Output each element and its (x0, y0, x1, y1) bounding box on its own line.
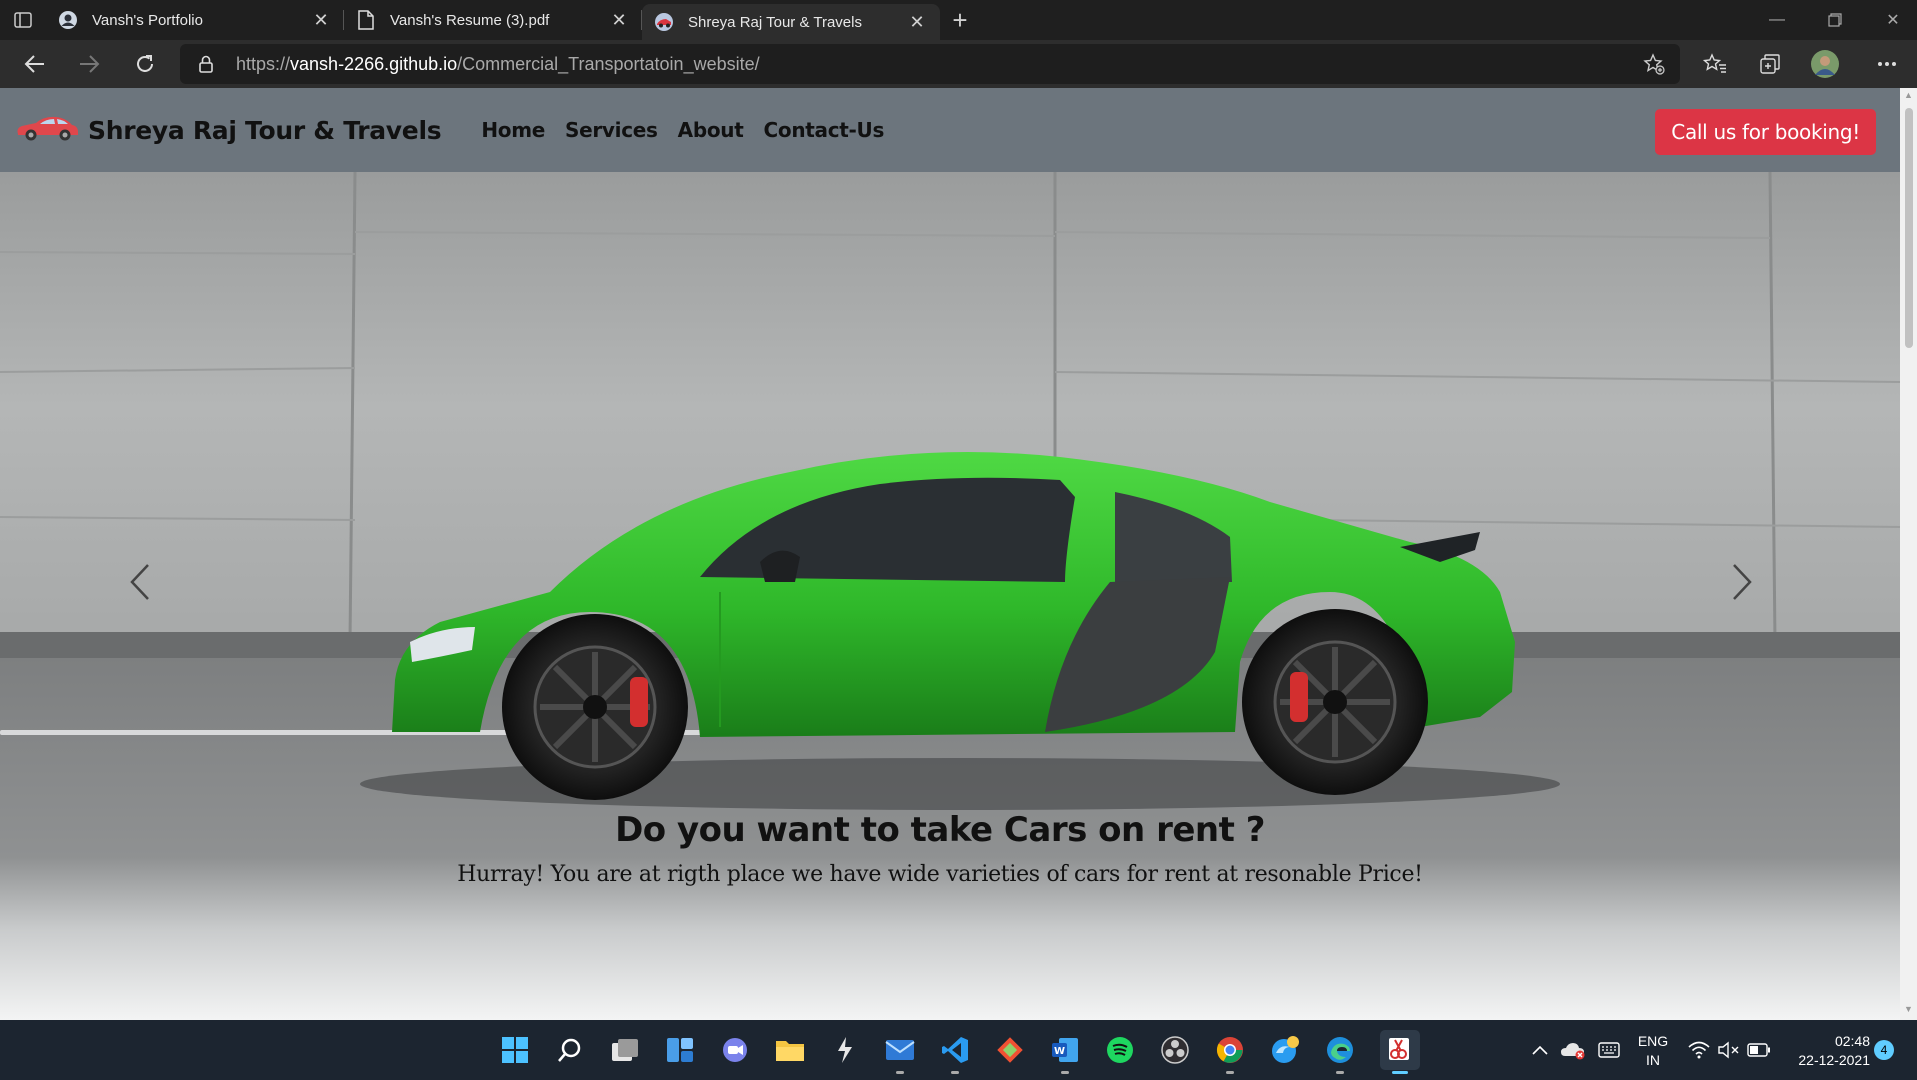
call-for-booking-button[interactable]: Call us for booking! (1655, 109, 1876, 155)
wifi-icon[interactable] (1684, 1020, 1714, 1080)
browser-tab-strip: Vansh's Portfolio ✕ Vansh's Resume (3).p… (0, 0, 1917, 40)
edge-icon[interactable] (1320, 1030, 1360, 1074)
scroll-down-icon[interactable]: ▼ (1903, 1004, 1914, 1018)
carousel-next-icon[interactable] (1712, 542, 1772, 622)
new-tab-button[interactable]: + (940, 0, 980, 40)
volume-muted-icon[interactable] (1714, 1020, 1744, 1080)
close-tab-icon[interactable]: ✕ (310, 9, 332, 31)
windows-taskbar: W ENG IN 02:48 22-12-2021 4 (0, 1020, 1917, 1080)
svg-text:W: W (1054, 1046, 1065, 1057)
edge-beta-icon[interactable] (1265, 1030, 1305, 1070)
region-code: IN (1646, 1052, 1660, 1068)
task-view-icon[interactable] (605, 1030, 645, 1070)
brand-name: Shreya Raj Tour & Travels (88, 115, 442, 145)
site-navbar: Shreya Raj Tour & Travels Home Services … (0, 88, 1900, 172)
hero-subheading: Hurray! You are at rigth place we have w… (457, 862, 1423, 887)
browser-toolbar: https://vansh-2266.github.io/Commercial_… (0, 40, 1917, 88)
tab-actions-icon[interactable] (0, 0, 46, 40)
close-tab-icon[interactable]: ✕ (906, 11, 928, 33)
clock-date: 22-12-2021 (1798, 1052, 1870, 1068)
hero-heading: Do you want to take Cars on rent ? (615, 810, 1265, 850)
tab-title: Shreya Raj Tour & Travels (688, 13, 862, 31)
keyboard-icon[interactable] (1592, 1020, 1626, 1080)
lock-icon[interactable] (196, 55, 216, 73)
nav-services-link[interactable]: Services (565, 118, 658, 142)
obs-icon[interactable] (1155, 1030, 1195, 1070)
hero-carousel: Do you want to take Cars on rent ? Hurra… (0, 172, 1900, 1020)
collections-icon[interactable] (1745, 40, 1795, 88)
site-icon (654, 12, 674, 32)
notifications-badge[interactable]: 4 (1874, 1040, 1894, 1060)
avatar-icon (58, 10, 78, 30)
mail-icon[interactable] (880, 1030, 920, 1074)
carousel-prev-icon[interactable] (110, 542, 170, 622)
system-clock[interactable]: 02:48 22-12-2021 (1780, 1032, 1870, 1070)
car-icon (14, 114, 80, 147)
url-text: https://vansh-2266.github.io/Commercial_… (236, 53, 760, 74)
nav-links: Home Services About Contact-Us (471, 118, 894, 142)
language-code: ENG (1637, 1033, 1669, 1049)
tab-title: Vansh's Portfolio (92, 11, 203, 29)
battery-icon[interactable] (1744, 1020, 1774, 1080)
address-bar[interactable]: https://vansh-2266.github.io/Commercial_… (180, 44, 1680, 84)
vscode-icon[interactable] (935, 1030, 975, 1074)
tab-shreya-raj[interactable]: Shreya Raj Tour & Travels ✕ (642, 4, 940, 40)
close-tab-icon[interactable]: ✕ (608, 9, 630, 31)
nav-about-link[interactable]: About (678, 118, 744, 142)
back-icon[interactable] (8, 40, 62, 88)
chrome-icon[interactable] (1210, 1030, 1250, 1074)
profile-avatar[interactable] (1800, 40, 1850, 88)
add-favorite-icon[interactable] (1632, 44, 1676, 84)
site-brand[interactable]: Shreya Raj Tour & Travels (14, 114, 442, 147)
language-indicator[interactable]: ENG IN (1630, 1032, 1676, 1070)
more-options-icon[interactable] (1862, 40, 1912, 88)
clock-time: 02:48 (1834, 1033, 1870, 1049)
forward-icon[interactable] (62, 40, 116, 88)
close-window-icon[interactable]: ✕ (1864, 0, 1917, 40)
widgets-icon[interactable] (660, 1030, 700, 1070)
teams-chat-icon[interactable] (715, 1030, 755, 1070)
spotify-icon[interactable] (1100, 1030, 1140, 1070)
search-icon[interactable] (550, 1030, 590, 1070)
document-icon (356, 10, 376, 30)
page-viewport: Shreya Raj Tour & Travels Home Services … (0, 88, 1900, 1020)
word-icon[interactable]: W (1045, 1030, 1085, 1074)
snipping-tool-icon[interactable] (1380, 1030, 1420, 1074)
favorites-icon[interactable] (1690, 40, 1740, 88)
nav-contact-link[interactable]: Contact-Us (764, 118, 885, 142)
tab-title: Vansh's Resume (3).pdf (390, 11, 550, 29)
restore-icon[interactable] (1806, 0, 1864, 40)
file-explorer-icon[interactable] (770, 1030, 810, 1070)
scrollbar-thumb[interactable] (1905, 108, 1913, 348)
git-icon[interactable] (990, 1030, 1030, 1070)
tab-resume[interactable]: Vansh's Resume (3).pdf ✕ (344, 0, 642, 40)
page-scrollbar[interactable]: ▲ ▼ (1900, 88, 1917, 1020)
minimize-icon[interactable]: — (1748, 0, 1806, 40)
tab-portfolio[interactable]: Vansh's Portfolio ✕ (46, 0, 344, 40)
power-automate-icon[interactable] (825, 1030, 865, 1070)
start-icon[interactable] (495, 1030, 535, 1070)
nav-home-link[interactable]: Home (481, 118, 545, 142)
refresh-icon[interactable] (118, 40, 172, 88)
chevron-up-icon[interactable] (1525, 1020, 1555, 1080)
hero-car-image (0, 172, 1900, 1020)
scroll-up-icon[interactable]: ▲ (1903, 90, 1914, 104)
onedrive-icon[interactable] (1556, 1020, 1590, 1080)
